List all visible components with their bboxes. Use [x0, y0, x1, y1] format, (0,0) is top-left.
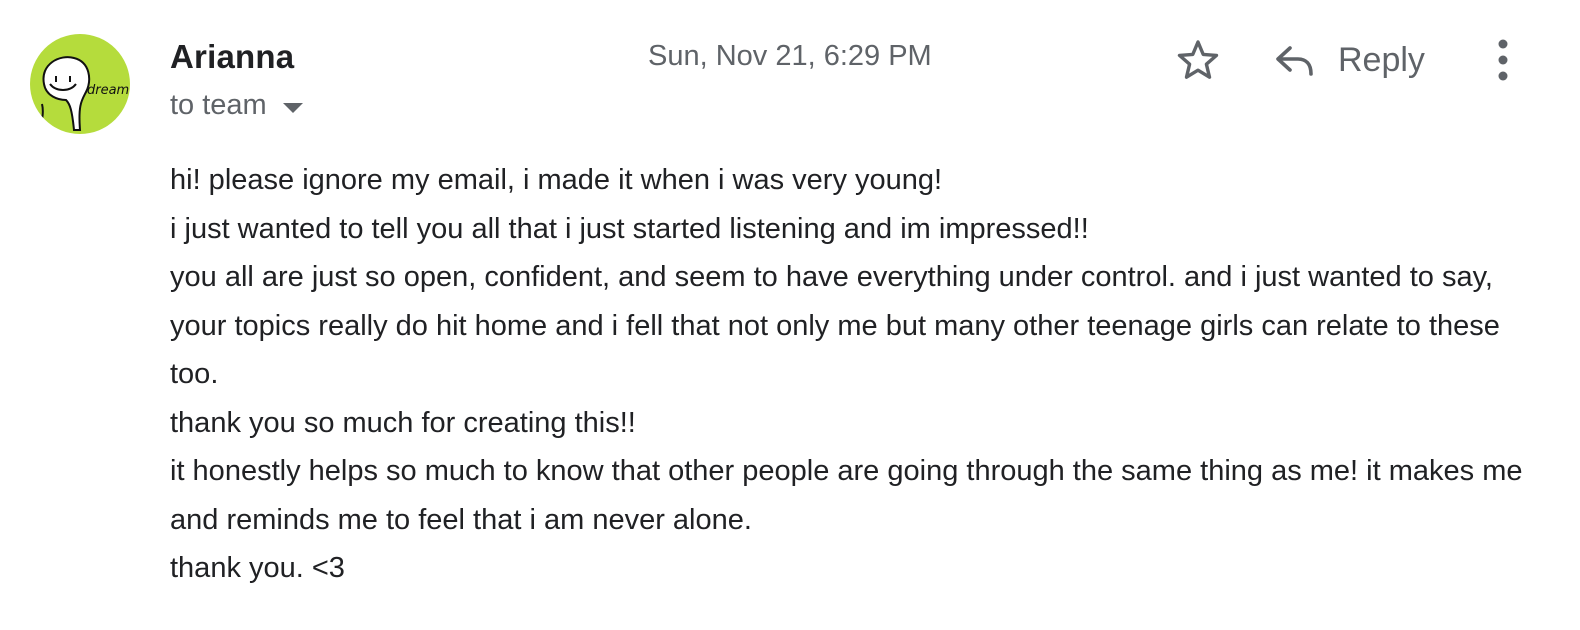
sender-avatar[interactable]: dream	[30, 34, 130, 134]
sender-name[interactable]: Arianna	[170, 38, 294, 76]
recipients-row[interactable]: to team	[170, 89, 303, 122]
message-line: thank you so much for creating this!!	[170, 406, 636, 439]
more-options-button[interactable]	[1482, 36, 1524, 84]
message-line: hi! please ignore my email, i made it wh…	[170, 164, 943, 196]
message-line: i just wanted to tell you all that i jus…	[170, 212, 1089, 245]
reply-label: Reply	[1338, 40, 1425, 79]
message-line: thank you. <3	[170, 552, 345, 584]
message-line: it honestly helps so much to know that o…	[170, 455, 1523, 536]
show-details-caret-icon[interactable]	[282, 102, 303, 113]
more-vert-icon	[1498, 39, 1508, 81]
message-timestamp: Sun, Nov 21, 6:29 PM	[648, 40, 932, 72]
star-icon	[1177, 40, 1219, 79]
reply-icon	[1276, 46, 1313, 76]
recipients-label: to team	[170, 89, 267, 121]
star-button[interactable]	[1174, 36, 1222, 84]
message-line: you all are just so open, confident, and…	[170, 261, 1500, 390]
reply-button[interactable]: Reply	[1272, 34, 1425, 86]
message-body: hi! please ignore my email, i made it wh…	[170, 156, 1550, 593]
svg-text:dream: dream	[87, 83, 129, 98]
dream-mask-avatar-image: dream	[30, 34, 130, 134]
